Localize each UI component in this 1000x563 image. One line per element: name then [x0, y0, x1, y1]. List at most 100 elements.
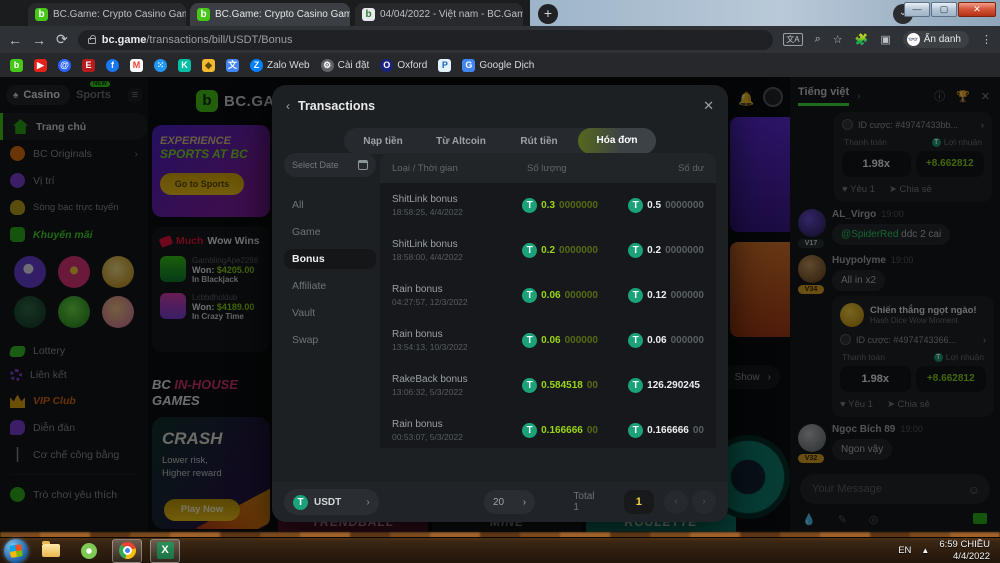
incognito-badge[interactable]: 👓 Ẩn danh — [903, 31, 969, 48]
usdt-icon: T — [522, 288, 537, 303]
chevron-right-icon: › — [523, 497, 526, 508]
bookmark-k-icon[interactable]: K — [178, 59, 191, 72]
bookmark-binance-icon[interactable]: ◆ — [202, 59, 215, 72]
language-indicator[interactable]: EN — [898, 545, 911, 556]
back-icon[interactable]: ← — [8, 32, 22, 48]
taskbar-clock[interactable]: 6:59 CHIỀU 4/4/2022 — [939, 539, 990, 563]
incognito-label: Ẩn danh — [924, 34, 961, 45]
bookmark-label: Oxford — [397, 60, 427, 71]
bookmark-share-icon[interactable]: ⁙ — [154, 59, 167, 72]
minimize-button[interactable]: — — [904, 2, 930, 17]
prev-page-button[interactable]: ‹ — [664, 490, 688, 514]
browser-tab-1[interactable]: b BC.Game: Crypto Casino Games ✕ — [28, 3, 186, 26]
bookmark-label: Cài đặt — [338, 60, 370, 71]
filter-swap[interactable]: Swap — [284, 330, 376, 350]
bookmark-e-icon[interactable]: E — [82, 59, 95, 72]
browser-tab-2-active[interactable]: b BC.Game: Crypto Casino Games ✕ — [190, 3, 350, 26]
lock-icon — [88, 38, 96, 44]
incognito-icon: 👓 — [907, 33, 920, 46]
table-row[interactable]: RakeBack bonus13:06:32, 5/3/2022 T0.5845… — [380, 363, 716, 408]
start-button[interactable] — [4, 539, 28, 563]
modal-close-icon[interactable]: ✕ — [703, 98, 714, 114]
next-page-button[interactable]: › — [692, 490, 716, 514]
clock-time: 6:59 CHIỀU — [939, 539, 990, 551]
usdt-icon: T — [293, 495, 308, 510]
current-page[interactable]: 1 — [624, 490, 654, 514]
total-label: Total 1 — [573, 491, 599, 513]
bookmark-facebook-icon[interactable]: f — [106, 59, 119, 72]
page-size-selector[interactable]: 20 › — [484, 490, 536, 514]
tab-from-altcoin[interactable]: Từ Altcoin — [422, 136, 500, 147]
bookmark-youtube-icon[interactable]: ▶ — [34, 59, 47, 72]
tab-title: 04/04/2022 - Việt nam - BC.Gam — [380, 9, 523, 20]
disc-app-taskbar-icon[interactable] — [74, 539, 104, 563]
page-favicon: b — [362, 8, 375, 21]
tab-title: BC.Game: Crypto Casino Games — [53, 9, 186, 20]
bookmark-star-icon[interactable]: ☆ — [833, 33, 843, 46]
table-row[interactable]: Rain bonus13:54:13, 10/3/2022 T0.0600000… — [380, 318, 716, 363]
explorer-taskbar-icon[interactable] — [36, 539, 66, 563]
usdt-icon: T — [522, 423, 537, 438]
reload-icon[interactable]: ⟳ — [56, 31, 68, 48]
bookmark-oxford[interactable]: O Oxford — [380, 59, 427, 72]
bookmark-gmail-icon[interactable]: M — [130, 59, 143, 72]
bookmark-p-icon[interactable]: P — [438, 59, 451, 72]
select-date-button[interactable]: Select Date — [284, 153, 376, 177]
bookmark-zalo[interactable]: Z Zalo Web — [250, 59, 310, 72]
google-translate-icon: G — [462, 59, 475, 72]
bookmark-settings[interactable]: ⚙ Cài đặt — [321, 59, 370, 72]
calendar-icon — [358, 160, 368, 170]
url-domain: bc.game — [102, 34, 147, 46]
screen: b BC.Game: Crypto Casino Games ✕ b BC.Ga… — [0, 0, 1000, 563]
address-bar[interactable]: bc.game/transactions/bill/USDT/Bonus — [78, 30, 774, 50]
transaction-type-tabs: Nạp tiền Từ Altcoin Rút tiền Hóa đơn — [344, 128, 656, 154]
bookmark-label: Zalo Web — [267, 60, 310, 71]
usdt-icon: T — [522, 243, 537, 258]
excel-taskbar-icon[interactable]: X — [150, 539, 180, 563]
side-panel-icon[interactable]: ▣ — [880, 33, 890, 46]
modal-title: Transactions — [298, 99, 375, 113]
currency-selector[interactable]: T USDT › — [284, 489, 379, 515]
bookmark-mail-icon[interactable]: @ — [58, 59, 71, 72]
gear-icon: ⚙ — [321, 59, 334, 72]
url-path: /transactions/bill/USDT/Bonus — [146, 34, 292, 46]
tab-bill-active[interactable]: Hóa đơn — [578, 128, 656, 154]
maximize-button[interactable]: ▢ — [931, 2, 957, 17]
new-tab-button[interactable]: + — [538, 4, 558, 24]
filter-game[interactable]: Game — [284, 222, 376, 242]
back-chevron-icon[interactable]: ‹ — [286, 99, 290, 113]
chrome-taskbar-icon[interactable] — [112, 539, 142, 563]
extensions-icon[interactable]: 🧩 — [855, 33, 869, 46]
zalo-icon: Z — [250, 59, 263, 72]
bookmark-bcgame-icon[interactable]: b — [10, 59, 23, 72]
tray-expand-icon[interactable]: ▲ — [921, 546, 929, 555]
forward-icon[interactable]: → — [32, 32, 46, 48]
bookmark-google-translate[interactable]: G Google Dịch — [462, 59, 534, 72]
table-row[interactable]: ShitLink bonus18:58:00, 4/4/2022 T0.2000… — [380, 228, 716, 273]
filter-affiliate[interactable]: Affiliate — [284, 276, 376, 296]
usdt-icon: T — [522, 333, 537, 348]
filter-all[interactable]: All — [284, 195, 376, 215]
tab-withdraw[interactable]: Rút tiền — [500, 136, 578, 147]
close-button[interactable]: ✕ — [958, 2, 996, 17]
tab-deposit[interactable]: Nạp tiền — [344, 136, 422, 147]
clock-date: 4/4/2022 — [939, 551, 990, 563]
table-row[interactable]: Rain bonus04:27:57, 12/3/2022 T0.0600000… — [380, 273, 716, 318]
col-type-time: Loại / Thời gian — [392, 163, 527, 174]
translate-icon[interactable]: 文A — [783, 33, 802, 46]
col-amount: Số lượng — [527, 163, 637, 174]
chevron-right-icon: › — [366, 497, 369, 508]
search-icon[interactable]: ⌕ — [815, 33, 821, 46]
table-row[interactable]: ShitLink bonus18:58:25, 4/4/2022 T0.3000… — [380, 183, 716, 228]
browser-tab-strip: b BC.Game: Crypto Casino Games ✕ b BC.Ga… — [0, 0, 1000, 26]
browser-tab-3[interactable]: b 04/04/2022 - Việt nam - BC.Gam ✕ — [355, 3, 523, 26]
table-row[interactable]: Rain bonus00:53:07, 5/3/2022 T0.16666600… — [380, 408, 716, 448]
usdt-icon: T — [628, 288, 643, 303]
filter-bonus-active[interactable]: Bonus — [284, 249, 376, 269]
select-date-label: Select Date — [292, 160, 339, 170]
bcgame-favicon: b — [197, 8, 210, 21]
filter-vault[interactable]: Vault — [284, 303, 376, 323]
bookmarks-bar: b ▶ @ E f M ⁙ K ◆ 文 Z Zalo Web ⚙ Cài đặt… — [0, 53, 1000, 77]
bookmark-translate-icon[interactable]: 文 — [226, 59, 239, 72]
menu-kebab-icon[interactable]: ⋮ — [981, 33, 992, 46]
